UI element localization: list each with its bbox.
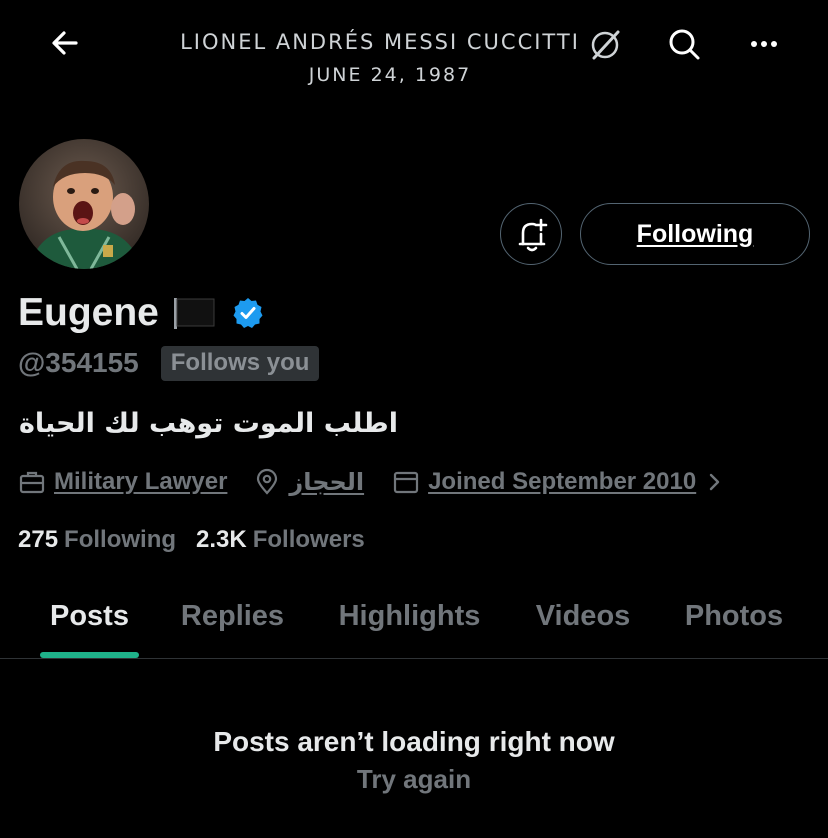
name-row: Eugene: [18, 288, 265, 338]
profile-meta: Military Lawyer الحجاز Joined September …: [18, 462, 726, 502]
posts-error-message: Posts aren’t loading right now: [213, 726, 615, 757]
followers-count: 2.3K: [196, 526, 247, 553]
briefcase-icon: [19, 471, 45, 494]
avatar[interactable]: [16, 136, 152, 272]
profession-item[interactable]: Military Lawyer: [18, 468, 227, 496]
location-text: الحجاز: [289, 468, 365, 496]
profile-tabs: Posts Replies Highlights Videos Photos: [0, 586, 828, 658]
joined-text: Joined September 2010: [428, 468, 697, 495]
black-flag-icon: [173, 298, 215, 329]
try-again-button[interactable]: Try again: [0, 764, 828, 795]
banner-date: JUNE 24, 1987: [308, 64, 472, 86]
tab-replies[interactable]: Replies: [165, 586, 300, 646]
profile-banner: LIONEL ANDRÉS MESSI CUCCITTI JUNE 24, 19…: [0, 0, 828, 120]
arrow-left-icon: [52, 31, 78, 55]
following-button[interactable]: Following: [580, 203, 810, 265]
search-icon: [669, 29, 700, 60]
avatar-photo: [19, 139, 149, 269]
bio: اطلب الموت توهب لك الحياة: [18, 408, 398, 439]
tab-photos[interactable]: Photos: [670, 586, 798, 646]
bell-plus-icon: [518, 218, 548, 252]
handle-row: @354155 Follows you: [18, 344, 320, 382]
banner-title: LIONEL ANDRÉS MESSI CUCCITTI: [180, 30, 580, 54]
tabs-divider: [0, 658, 828, 659]
profession-text: Military Lawyer: [54, 468, 228, 495]
tab-videos[interactable]: Videos: [520, 586, 646, 646]
follow-stats: 275 Following 2.3K Followers: [18, 522, 365, 558]
following-stat[interactable]: 275 Following: [18, 526, 176, 554]
verified-badge-icon: [233, 298, 263, 328]
more-button[interactable]: [746, 26, 782, 62]
chevron-right-icon: [710, 473, 720, 491]
slash-logo-icon: [591, 30, 620, 60]
tab-highlights[interactable]: Highlights: [322, 586, 497, 646]
following-label: Following: [64, 526, 177, 553]
user-handle: @354155: [18, 347, 139, 378]
following-count: 275: [18, 526, 59, 553]
calendar-icon: [393, 471, 419, 494]
location-item[interactable]: الحجاز: [253, 468, 364, 496]
notifications-bell-button[interactable]: [500, 203, 562, 265]
display-name: Eugene: [18, 291, 159, 334]
search-button[interactable]: [664, 24, 704, 64]
tab-posts[interactable]: Posts: [30, 586, 149, 646]
follows-you-badge: Follows you: [160, 345, 320, 381]
joined-item[interactable]: Joined September 2010: [392, 468, 726, 496]
followers-label: Followers: [252, 526, 365, 553]
more-horizontal-icon: [751, 41, 777, 47]
back-button[interactable]: [48, 26, 82, 60]
followers-stat[interactable]: 2.3K Followers: [196, 526, 365, 554]
location-pin-icon: [257, 468, 278, 495]
